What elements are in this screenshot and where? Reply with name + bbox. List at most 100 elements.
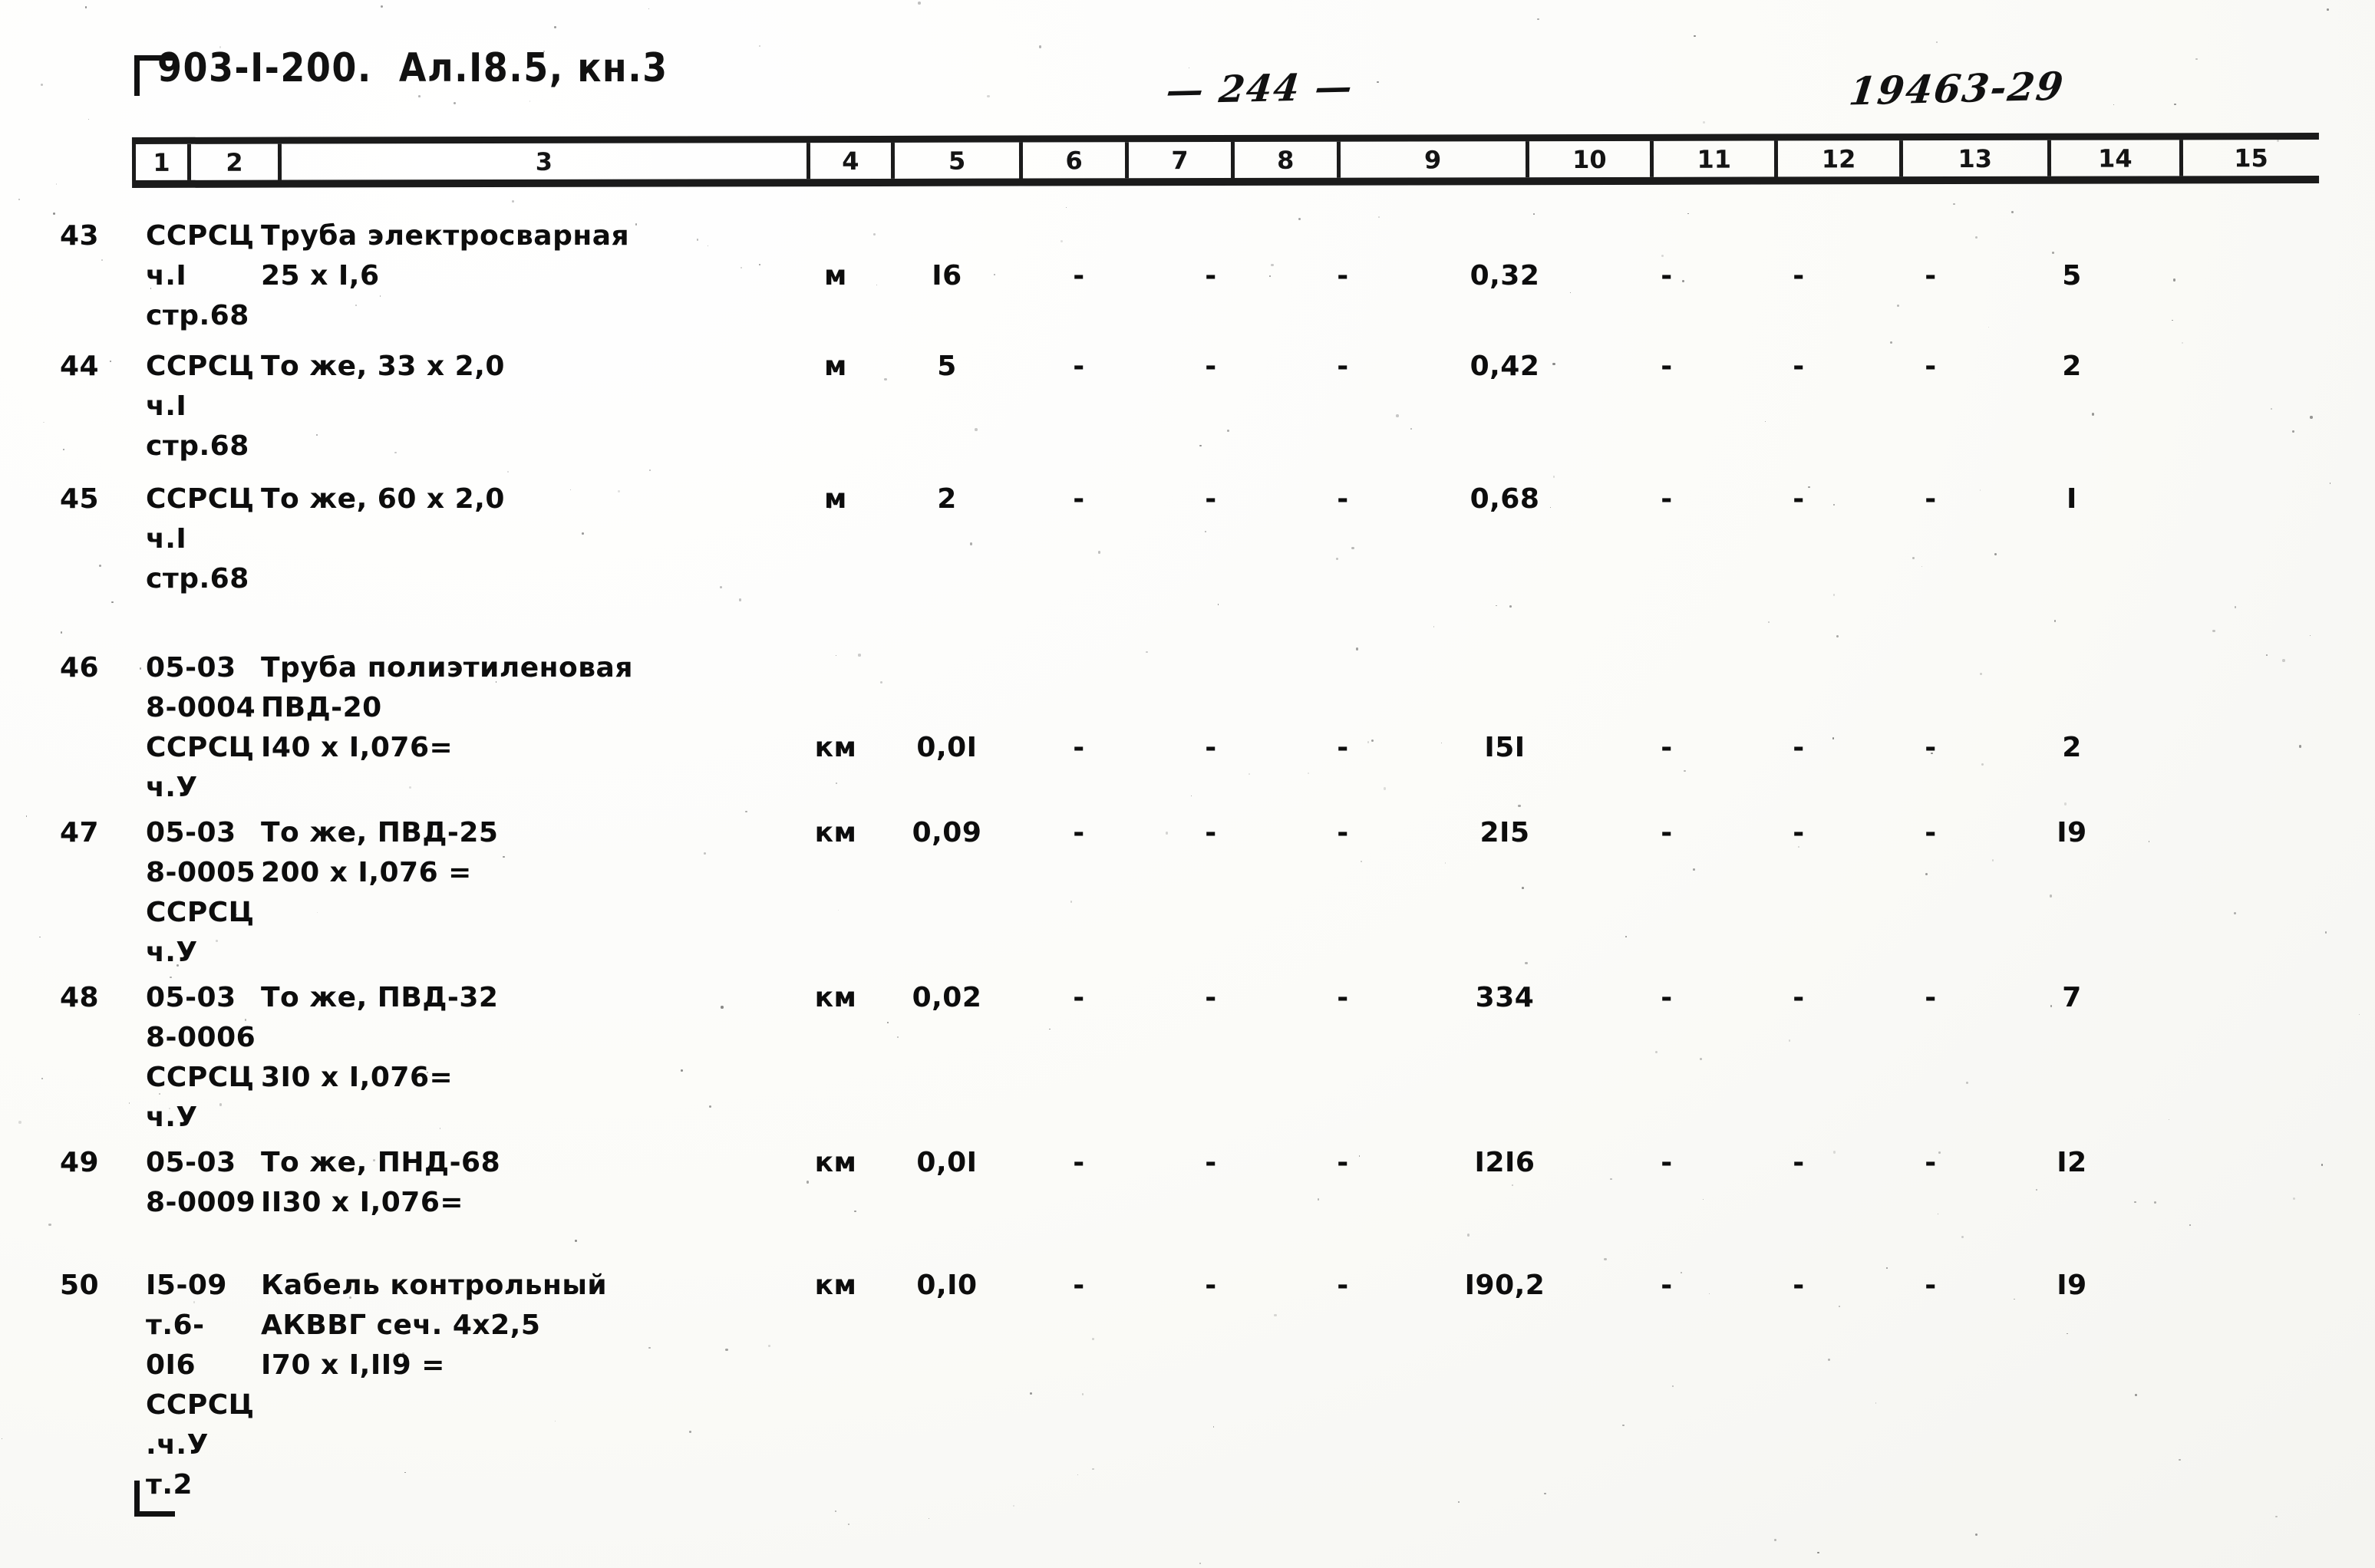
scan-speckle [1610, 1178, 1612, 1181]
table-row: 43 ССРСЦ ч.I стр.68 Труба электросварная 2… [46, 216, 2375, 336]
scan-speckle [401, 1352, 404, 1355]
row-col5: 0,0I [916, 1147, 978, 1178]
scan-speckle [18, 1121, 21, 1124]
scan-speckle [1788, 1039, 1791, 1042]
scan-speckle [25, 815, 28, 817]
scan-speckle [2298, 745, 2302, 748]
scan-speckle [858, 654, 861, 657]
scan-speckle [1687, 212, 1689, 215]
scan-speckle [1205, 531, 1206, 532]
row-col12: - [1925, 1147, 1937, 1178]
scan-speckle [1097, 551, 1101, 554]
row-col8: - [1337, 483, 1349, 515]
scan-speckle [1682, 279, 1685, 282]
document-page: 903-I-200. Ал.I8.5, кн.3 — 244 — 19463-2… [0, 0, 2375, 1568]
scan-speckle [1703, 121, 1705, 124]
scan-speckle [2182, 341, 2184, 344]
row-number: 47 [60, 817, 100, 848]
row-col12: - [1925, 1270, 1937, 1301]
scan-speckle [1552, 362, 1555, 366]
column-header-1: 1 [131, 143, 191, 180]
scan-speckle [158, 1092, 160, 1095]
row-col10: - [1661, 483, 1673, 515]
row-number: 46 [60, 652, 100, 684]
scan-speckle [994, 273, 996, 275]
table-row: 45 ССРСЦ ч.I стр.68 То же, 60 x 2,0 м 2 - - - 0,… [46, 479, 2375, 599]
row-col13: 5 [2062, 260, 2082, 292]
scan-speckle [1836, 634, 1839, 637]
scan-speckle [1367, 741, 1370, 743]
table-row: 49 05-03 8-0009 То же, ПНД-68 II30 x I,076… [46, 1143, 2375, 1223]
column-header-2: 2 [190, 143, 282, 180]
table-row: 44 ССРСЦ ч.I стр.68 То же, 33 x 2,0 м 5 - - - 0,… [46, 347, 2375, 466]
scan-speckle [1807, 486, 1810, 489]
row-col7: - [1205, 483, 1217, 515]
row-col10: - [1661, 260, 1673, 292]
scan-speckle [1509, 604, 1512, 608]
scan-speckle [1317, 1198, 1319, 1201]
scan-speckle [1518, 804, 1521, 808]
scan-speckle [1307, 772, 1309, 774]
row-number: 48 [60, 982, 100, 1013]
archive-code: 19463-29 [1846, 63, 2067, 114]
scan-speckle [1569, 292, 1571, 293]
scan-speckle [507, 470, 510, 473]
row-description: Кабель контрольный АКВВГ сеч. 4x2,5 I70 … [261, 1270, 608, 1381]
scan-speckle [1298, 218, 1301, 221]
row-col6: - [1073, 982, 1085, 1013]
row-col9: I90,2 [1464, 1270, 1545, 1301]
scan-speckle [1625, 936, 1627, 937]
row-number: 45 [60, 483, 100, 515]
row-col8: - [1337, 982, 1349, 1013]
row-source-code: 05-03 8-0006 ССРСЦ ч.У [146, 982, 256, 1133]
row-col13: I9 [2057, 817, 2087, 848]
scan-speckle [394, 451, 397, 454]
scan-speckle [1974, 1533, 1978, 1537]
row-col7: - [1205, 1147, 1217, 1178]
row-col7: - [1205, 982, 1217, 1013]
column-header-14: 14 [2050, 140, 2183, 176]
scan-speckle [60, 631, 63, 634]
scan-speckle [1199, 1563, 1201, 1565]
row-col12: - [1925, 732, 1937, 763]
scan-speckle [2050, 1005, 2052, 1007]
scan-speckle [575, 1239, 577, 1242]
row-unit: км [814, 1270, 857, 1301]
scan-speckle [758, 44, 761, 48]
scan-speckle [553, 25, 557, 28]
row-col10: - [1661, 1270, 1673, 1301]
row-col5: 0,0I [916, 732, 978, 763]
scan-speckle [2282, 659, 2285, 662]
row-col5: 0,02 [912, 982, 982, 1013]
scan-speckle [1935, 41, 1938, 43]
row-number: 43 [60, 220, 100, 252]
scan-speckle [918, 2, 922, 5]
scan-speckle [1828, 1358, 1830, 1361]
scan-speckle [2134, 1201, 2136, 1203]
row-unit: км [814, 1147, 857, 1178]
scan-speckle [1832, 594, 1836, 596]
row-col7: - [1205, 1270, 1217, 1301]
row-source-code: 05-03 8-0005 ССРСЦ ч.У [146, 817, 256, 968]
scan-speckle [2011, 211, 2014, 213]
scan-speckle [1070, 901, 1073, 903]
scan-speckle [529, 100, 531, 102]
row-col5: 0,09 [912, 817, 982, 848]
row-col10: - [1661, 1147, 1673, 1178]
row-number: 49 [60, 1147, 100, 1178]
row-col8: - [1337, 1270, 1349, 1301]
scan-speckle [975, 428, 978, 431]
scan-speckle [837, 909, 839, 911]
scan-speckle [648, 8, 649, 9]
scan-speckle [1672, 1385, 1674, 1387]
row-description: То же, ПВД-25 200 x I,076 = [261, 817, 499, 888]
scan-speckle [18, 198, 20, 200]
column-header-12: 12 [1778, 140, 1903, 177]
scan-speckle [1268, 275, 1271, 277]
scan-speckle [1525, 961, 1528, 965]
scan-speckle [1953, 203, 1955, 205]
row-description: То же, ПВД-32 3I0 x I,076= [261, 982, 499, 1093]
scan-speckle [53, 212, 56, 216]
row-source-code: ССРСЦ ч.I стр.68 [146, 483, 255, 595]
scan-speckle [2266, 654, 2268, 656]
